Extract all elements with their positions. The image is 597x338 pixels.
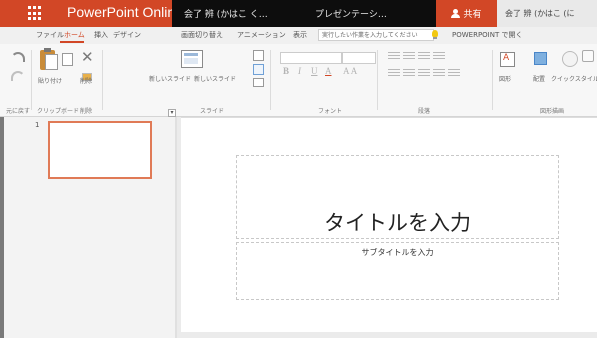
font-family-select[interactable] <box>280 52 342 64</box>
align-left-icon[interactable] <box>388 69 400 78</box>
tab-file[interactable]: ファイル <box>36 30 64 40</box>
slide-border <box>181 117 597 118</box>
group-label-delete: 削除 <box>80 108 93 115</box>
textbox-label[interactable]: 図形 <box>499 74 511 83</box>
lightbulb-icon <box>432 30 438 39</box>
collapse-pane-button[interactable]: ▾ <box>168 109 176 117</box>
reset-slide-icon[interactable] <box>253 64 264 75</box>
font-size-buttons[interactable]: A A <box>343 66 357 76</box>
quick-styles-icon[interactable] <box>562 51 578 67</box>
quick-styles-label[interactable]: クイックスタイル <box>551 74 597 83</box>
ribbon-separator <box>102 50 103 110</box>
tab-design[interactable]: デザイン <box>113 30 141 40</box>
italic-button[interactable]: I <box>298 66 301 76</box>
textbox-icon[interactable] <box>500 52 515 67</box>
tab-home[interactable]: ホーム <box>64 30 85 40</box>
share-user-icon <box>451 9 461 18</box>
document-name[interactable]: プレゼンテーシ… <box>315 7 387 20</box>
decrease-indent-icon[interactable] <box>418 52 430 61</box>
subtitle-placeholder-text: サブタイトルを入力 <box>361 248 434 257</box>
paste-icon[interactable] <box>40 48 58 70</box>
slide-thumbnail[interactable] <box>48 121 152 179</box>
shape-fill-icon[interactable] <box>582 50 594 62</box>
app-launcher-icon[interactable] <box>28 6 43 21</box>
document-title-area: 会了 辨 (かはこ く… プレゼンテーシ… <box>172 0 436 27</box>
pane-edge <box>0 117 4 338</box>
delete-label[interactable]: 削除 <box>80 76 92 85</box>
share-label: 共有 <box>463 10 482 20</box>
numbering-icon[interactable] <box>403 52 415 61</box>
slide-canvas: タイトルを入力 サブタイトルを入力 <box>181 118 597 332</box>
layout-icon[interactable] <box>253 50 264 61</box>
ribbon-separator <box>31 50 32 110</box>
align-right-icon[interactable] <box>418 69 430 78</box>
group-label-slides: スライド <box>200 108 225 115</box>
section-icon[interactable] <box>253 78 264 87</box>
new-slide-sub-label[interactable]: 新しいスライド <box>194 74 236 83</box>
undo-icon[interactable] <box>11 52 25 62</box>
new-slide-icon[interactable] <box>181 50 203 68</box>
group-label-font: フォント <box>318 108 343 115</box>
font-size-select[interactable] <box>342 52 376 64</box>
ribbon: 元に戻す 貼り付け ✕ 削除 クリップボード 削除 新しいスライド 新しいスライ… <box>0 44 597 117</box>
tab-insert[interactable]: 挿入 <box>94 30 108 40</box>
group-label-clipboard: クリップボード <box>37 108 80 115</box>
ribbon-separator <box>492 50 493 110</box>
title-bar: PowerPoint Online 会了 辨 (かはこ く… プレゼンテーシ… … <box>0 0 597 27</box>
app-brand-area: PowerPoint Online <box>0 0 183 27</box>
text-direction-icon[interactable] <box>448 69 460 78</box>
subtitle-placeholder[interactable]: サブタイトルを入力 <box>236 242 559 300</box>
group-label-paragraph: 段落 <box>418 108 431 115</box>
active-tab-indicator <box>60 41 84 43</box>
new-slide-label[interactable]: 新しいスライド <box>149 74 191 83</box>
open-in-powerpoint-link[interactable]: POWERPOINT で開く <box>452 30 522 40</box>
bullets-icon[interactable] <box>388 52 400 61</box>
underline-button[interactable]: U <box>311 66 318 76</box>
ribbon-tabs: ファイル ホーム 挿入 デザイン 画面切り替え アニメーション 表示 POWER… <box>0 27 597 44</box>
group-label-drawing: 図形描画 <box>540 108 565 115</box>
tell-me-search-input[interactable]: 実行したい作業を入力してください <box>318 29 434 41</box>
tab-view[interactable]: 表示 <box>293 30 307 40</box>
breadcrumb-folder[interactable]: 会了 辨 (かはこ く… <box>184 7 268 20</box>
user-name[interactable]: 会了 辨 (かはこ (に <box>505 8 575 19</box>
arrange-icon[interactable] <box>534 52 547 65</box>
copy-icon[interactable] <box>62 53 73 66</box>
editor-bottom-margin <box>177 332 597 338</box>
group-label-undo: 元に戻す <box>6 108 31 115</box>
title-placeholder-text: タイトルを入力 <box>324 211 471 235</box>
justify-icon[interactable] <box>433 69 445 78</box>
bold-button[interactable]: B <box>283 66 289 76</box>
increase-indent-icon[interactable] <box>433 52 445 61</box>
title-placeholder[interactable]: タイトルを入力 <box>236 155 559 239</box>
app-name[interactable]: PowerPoint Online <box>67 4 183 20</box>
align-center-icon[interactable] <box>403 69 415 78</box>
cut-icon[interactable]: ✕ <box>81 50 95 65</box>
ribbon-separator <box>377 50 378 110</box>
redo-icon[interactable] <box>11 71 25 81</box>
tab-animations[interactable]: アニメーション <box>237 30 286 40</box>
share-button[interactable]: 共有 <box>436 0 497 27</box>
slide-number: 1 <box>35 121 40 129</box>
paste-label[interactable]: 貼り付け <box>38 76 62 85</box>
ribbon-separator <box>270 50 271 110</box>
font-color-button[interactable]: A <box>325 66 332 76</box>
tab-transitions[interactable]: 画面切り替え <box>181 30 223 40</box>
arrange-label[interactable]: 配置 <box>533 74 545 83</box>
